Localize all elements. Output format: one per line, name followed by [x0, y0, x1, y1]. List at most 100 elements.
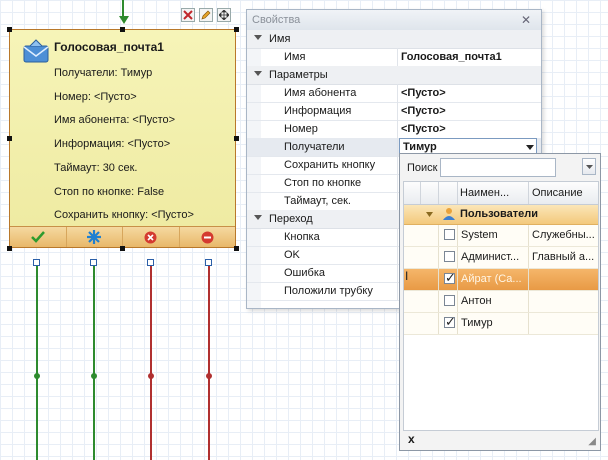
prop-label: Положили трубку — [284, 285, 373, 297]
wire-junction — [148, 373, 154, 379]
resize-handle[interactable] — [120, 246, 125, 251]
user-row[interactable]: Админист... Главный а... — [404, 247, 598, 269]
exit-ok[interactable] — [10, 227, 67, 247]
voicemail-envelope-icon — [23, 39, 49, 63]
voicemail-node[interactable]: Голосовая_почта1 Получатели: Тимур Номер… — [9, 29, 236, 248]
user-checkbox-checked[interactable]: ✓ — [444, 270, 456, 285]
clear-selection-button[interactable]: x — [408, 432, 415, 446]
category-params[interactable]: Параметры — [247, 66, 541, 85]
checkmark-icon — [30, 231, 45, 243]
wire-junction — [91, 373, 97, 379]
output-port-ok[interactable] — [33, 259, 40, 266]
node-header — [22, 36, 50, 66]
divider — [397, 228, 398, 246]
move-node-icon[interactable] — [217, 8, 231, 22]
prop-number[interactable]: Номер <Пусто> — [247, 120, 541, 139]
user-row[interactable]: ✓ Тимур — [404, 313, 598, 335]
connection-button[interactable] — [93, 262, 95, 460]
prop-label: OK — [284, 249, 300, 261]
prop-name[interactable]: Имя Голосовая_почта1 — [247, 48, 541, 67]
prop-label: Сохранить кнопку — [284, 159, 376, 171]
column-name-header[interactable]: Наимен... — [460, 187, 509, 199]
collapse-icon[interactable] — [254, 35, 262, 40]
user-name: Айрат (Са... — [461, 273, 522, 285]
category-name[interactable]: Имя — [247, 30, 541, 49]
prop-label: Получатели — [284, 141, 345, 153]
properties-title: Свойства — [252, 14, 301, 26]
prop-subscriber-name[interactable]: Имя абонента <Пусто> — [247, 84, 541, 103]
divider — [397, 48, 398, 66]
user-checkbox[interactable] — [444, 295, 455, 306]
chevron-down-icon — [586, 165, 593, 169]
category-label: Переход — [269, 213, 313, 225]
connection-error[interactable] — [150, 262, 152, 460]
user-row[interactable]: System Служебны... — [404, 225, 598, 247]
prop-label: Информация — [284, 105, 352, 117]
user-name: Админист... — [461, 251, 520, 263]
exit-error[interactable] — [123, 227, 180, 247]
prop-label: Имя абонента — [284, 87, 357, 99]
user-row-selected[interactable]: ✓ Айрат (Са... — [404, 269, 598, 291]
edit-node-icon[interactable] — [199, 8, 213, 22]
close-icon[interactable]: ✕ — [521, 10, 531, 30]
prop-value[interactable]: <Пусто> — [401, 105, 446, 117]
text-cursor-icon: I — [405, 269, 409, 283]
chevron-down-icon[interactable] — [526, 145, 534, 150]
popup-footer: x ◢ — [400, 428, 600, 450]
divider — [397, 282, 398, 300]
search-input[interactable] — [440, 158, 556, 177]
divider — [397, 102, 398, 120]
resize-handle[interactable] — [7, 27, 12, 32]
resize-handle[interactable] — [7, 136, 12, 141]
category-label: Параметры — [269, 69, 328, 81]
delete-node-icon[interactable] — [181, 8, 195, 22]
resize-grip-icon[interactable]: ◢ — [588, 436, 596, 447]
user-checkbox[interactable] — [444, 229, 455, 240]
connection-ok[interactable] — [36, 262, 38, 460]
user-name: Тимур — [461, 317, 493, 329]
collapse-icon[interactable] — [254, 71, 262, 76]
output-port-hangup[interactable] — [205, 259, 212, 266]
collapse-triangle-icon[interactable] — [426, 212, 433, 217]
grid-header: Наимен... Описание — [404, 182, 598, 205]
divider — [397, 174, 398, 192]
column-description-header[interactable]: Описание — [532, 187, 583, 199]
search-dropdown-button[interactable] — [582, 158, 596, 175]
resize-handle[interactable] — [234, 246, 239, 251]
category-label: Имя — [269, 33, 291, 45]
resize-handle[interactable] — [7, 246, 12, 251]
wire-junction — [34, 373, 40, 379]
prop-label: Имя — [284, 51, 306, 63]
divider — [397, 120, 398, 138]
resize-handle[interactable] — [234, 27, 239, 32]
prop-label: Номер — [284, 123, 318, 135]
user-name: System — [461, 229, 498, 241]
prop-value[interactable]: Голосовая_почта1 — [401, 51, 502, 63]
exit-hangup[interactable] — [180, 227, 236, 247]
hangup-icon — [201, 231, 214, 243]
user-checkbox-checked[interactable]: ✓ — [444, 314, 456, 329]
user-row[interactable]: Антон — [404, 291, 598, 313]
node-exit-bar — [10, 226, 235, 247]
user-checkbox[interactable] — [444, 251, 455, 262]
exit-button[interactable] — [67, 227, 123, 247]
prop-value[interactable]: <Пусто> — [401, 87, 446, 99]
wire-junction — [206, 373, 212, 379]
output-port-error[interactable] — [147, 259, 154, 266]
divider — [397, 264, 398, 282]
prop-label: Стоп по кнопке — [284, 177, 362, 189]
recipients-popup: Поиск Наимен... Описание Пользователи Sy… — [399, 153, 601, 451]
search-label: Поиск — [407, 162, 438, 174]
resize-handle[interactable] — [234, 136, 239, 141]
resize-handle[interactable] — [120, 27, 125, 32]
prop-information[interactable]: Информация <Пусто> — [247, 102, 541, 121]
group-row-users[interactable]: Пользователи — [404, 205, 598, 225]
users-group-icon — [443, 208, 455, 220]
node-save-button: Сохранить кнопку: <Пусто> — [54, 209, 194, 221]
node-recipients: Получатели: Тимур — [54, 67, 153, 79]
properties-caption[interactable]: Свойства ✕ — [247, 10, 541, 31]
output-port-button[interactable] — [90, 259, 97, 266]
connection-hangup[interactable] — [208, 262, 210, 460]
prop-value[interactable]: <Пусто> — [401, 123, 446, 135]
collapse-icon[interactable] — [254, 215, 262, 220]
